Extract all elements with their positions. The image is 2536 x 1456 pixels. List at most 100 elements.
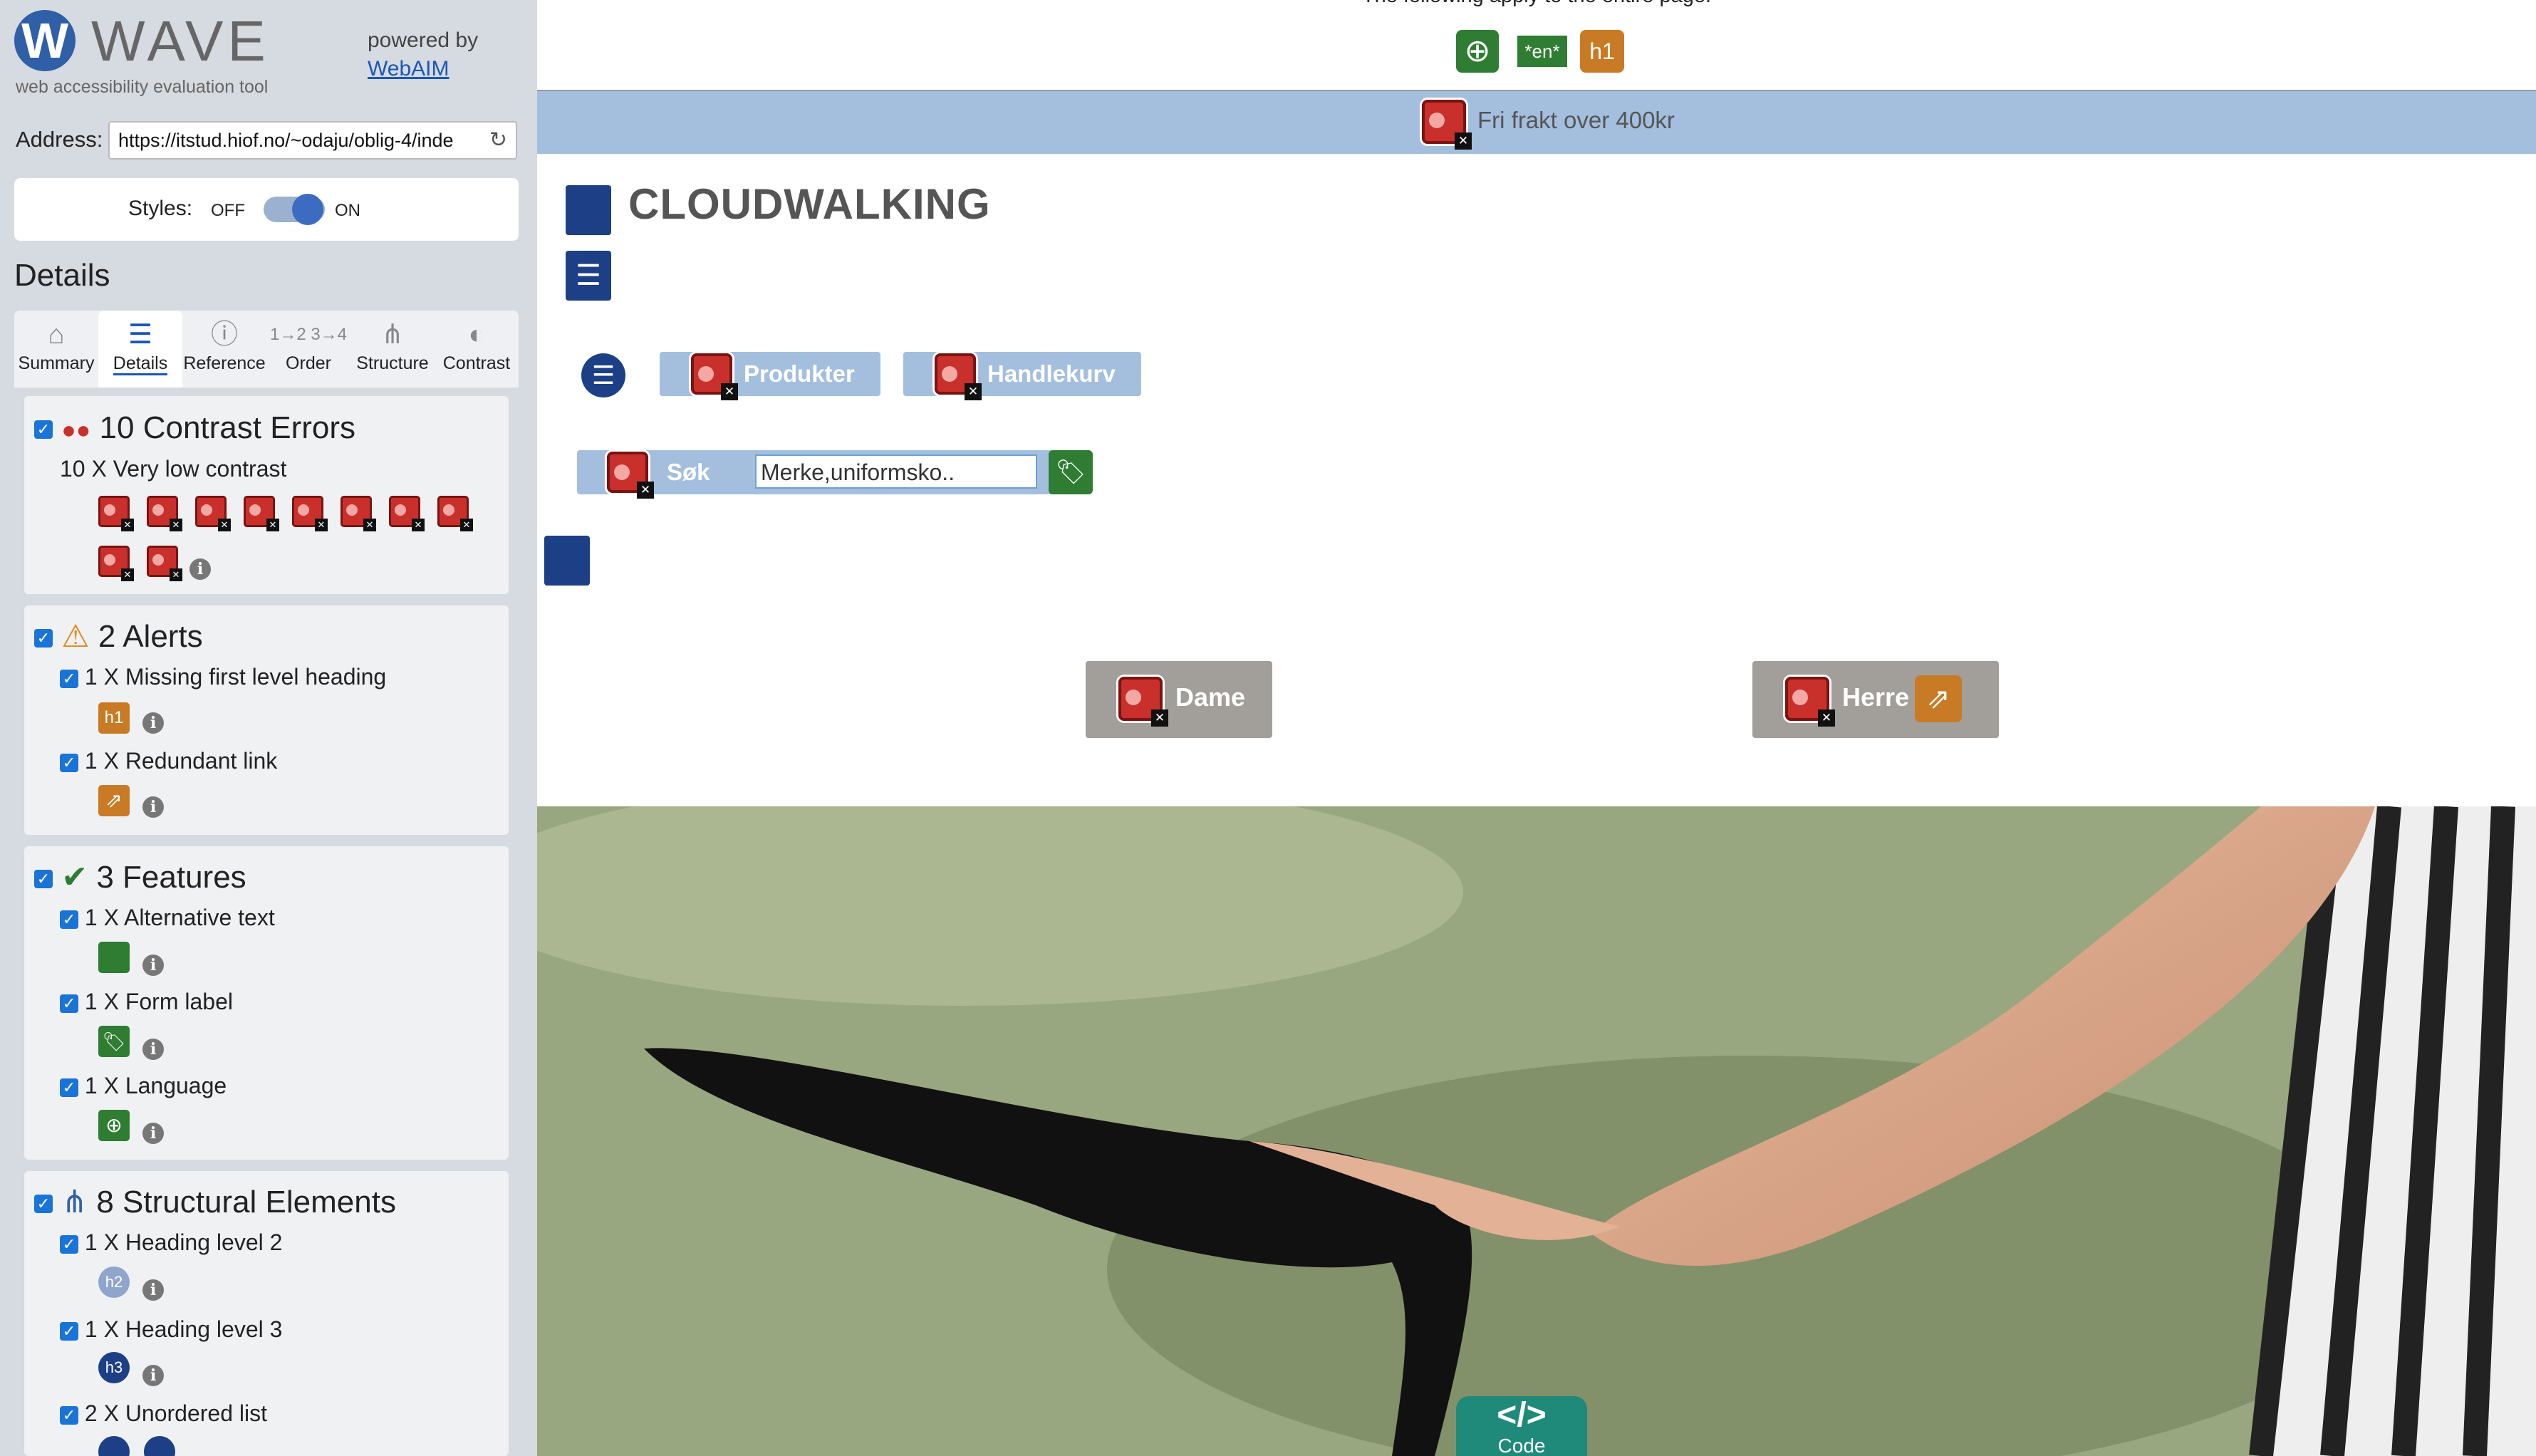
contrast-error-icon[interactable] — [98, 496, 134, 531]
missing-h1-icon[interactable]: h1 — [98, 702, 130, 734]
structure-title: 8 Structural Elements — [96, 1185, 396, 1220]
address-input[interactable]: https://itstud.hiof.no/~odaju/oblig-4/in… — [108, 121, 517, 160]
info-icon[interactable]: i — [142, 1039, 164, 1060]
info-icon[interactable]: i — [189, 558, 211, 580]
navigation-region-icon[interactable]: ☰ — [566, 251, 611, 301]
contrast-error-icon[interactable] — [98, 546, 134, 581]
tab-contrast[interactable]: ◐ Contrast — [435, 311, 519, 388]
structure-item: ✓ 1 X Heading level 3 — [60, 1316, 282, 1343]
styles-off-label: OFF — [211, 201, 245, 220]
info-icon: ⓘ — [210, 320, 238, 350]
structure-item-checkbox[interactable]: ✓ — [60, 1321, 78, 1341]
info-icon[interactable]: i — [142, 1365, 164, 1386]
contrast-error-icon[interactable] — [1118, 677, 1168, 727]
tab-order[interactable]: 1→2 3→4 Order — [266, 311, 350, 388]
alerts-title: 2 Alerts — [98, 619, 203, 654]
contrast-error-icon[interactable] — [1785, 677, 1835, 727]
info-icon[interactable]: i — [142, 955, 164, 976]
errors-checkbox[interactable]: ✓ — [34, 420, 53, 440]
unordered-list-icon[interactable] — [144, 1436, 175, 1456]
features-checkbox[interactable]: ✓ — [34, 870, 53, 889]
tab-structure[interactable]: ⋔ Structure — [350, 311, 435, 388]
contrast-error-icon[interactable] — [437, 496, 473, 531]
structure-checkbox[interactable]: ✓ — [34, 1195, 53, 1214]
missing-h1-badge[interactable]: h1 — [1580, 30, 1624, 73]
webaim-link[interactable]: WebAIM — [368, 57, 449, 81]
nav-produkter[interactable]: Produkter — [660, 352, 880, 400]
search-input[interactable]: Merke,uniformsko.. — [755, 454, 1037, 489]
info-icon[interactable]: i — [142, 712, 164, 734]
reload-icon[interactable]: ↻ — [489, 123, 507, 158]
errors-heading: ✓ ●● 10 Contrast Errors — [34, 410, 355, 446]
nav-handlekurv[interactable]: Handlekurv — [903, 352, 1141, 400]
heading-level-3-icon[interactable]: h3 — [98, 1352, 130, 1383]
contrast-error-icon: ●● — [61, 417, 91, 444]
alert-item-label: 1 X Redundant link — [84, 748, 278, 774]
language-globe-icon[interactable]: ⊕ — [98, 1110, 130, 1141]
alerts-checkbox[interactable]: ✓ — [34, 629, 53, 648]
contrast-error-icon[interactable] — [147, 496, 182, 531]
redundant-link-icon[interactable]: ⇗ — [1915, 675, 1962, 722]
lang-badge[interactable]: *en* — [1517, 36, 1567, 67]
contrast-error-icon[interactable] — [244, 496, 279, 531]
category-herre-button[interactable]: Herre ⇗ — [1752, 661, 1999, 738]
main-region-icon[interactable] — [544, 536, 590, 586]
contrast-error-icon[interactable] — [1422, 100, 1472, 150]
alert-checkbox[interactable]: ✓ — [60, 753, 78, 772]
contrast-error-icon[interactable] — [147, 546, 182, 581]
feature-item: ✓ 1 X Form label — [60, 989, 233, 1015]
features-title: 3 Features — [96, 860, 246, 895]
feature-checkbox[interactable]: ✓ — [60, 1078, 78, 1097]
feature-checkbox[interactable]: ✓ — [60, 910, 78, 929]
search-label: Søk — [667, 459, 710, 485]
site-title: CLOUDWALKING — [628, 180, 991, 228]
features-heading: ✓ ✔ 3 Features — [34, 859, 246, 895]
unordered-list-icon[interactable] — [98, 1436, 130, 1456]
heading-level-2-icon[interactable]: h2 — [98, 1267, 130, 1298]
tab-label: Summary — [18, 353, 95, 373]
contrast-error-icon[interactable] — [389, 496, 425, 531]
tab-details[interactable]: ☰ Details — [98, 311, 182, 388]
wave-logo-text: WAVE — [91, 9, 270, 73]
feature-item-label: 1 X Alternative text — [84, 905, 275, 930]
structure-item-checkbox[interactable]: ✓ — [60, 1405, 78, 1425]
contrast-error-icon[interactable] — [691, 353, 738, 400]
tab-reference[interactable]: ⓘ Reference — [182, 311, 266, 388]
feature-checkbox[interactable]: ✓ — [60, 994, 78, 1013]
info-icon[interactable]: i — [142, 796, 164, 818]
tab-summary[interactable]: ⌂ Summary — [14, 311, 98, 388]
form-label-icon[interactable]: 🏷 — [98, 1026, 130, 1057]
unordered-list-icon[interactable]: ☰ — [581, 353, 625, 397]
nav-label: Handlekurv — [987, 360, 1116, 387]
language-globe-icon[interactable]: ⊕ — [1456, 30, 1499, 73]
structure-item-checkbox[interactable]: ✓ — [60, 1234, 78, 1254]
tab-label: Details — [113, 353, 168, 375]
alert-item-label: 1 X Missing first level heading — [84, 664, 387, 690]
structure-item-label: 1 X Heading level 2 — [84, 1229, 283, 1255]
details-heading: Details — [14, 258, 110, 293]
banner-text: Fri frakt over 400kr — [1477, 107, 1675, 133]
code-toggle-button[interactable]: </> Code — [1456, 1396, 1587, 1456]
contrast-error-icon[interactable] — [607, 452, 654, 499]
form-label-icon[interactable]: 🏷 — [1049, 450, 1093, 494]
redundant-link-icon[interactable]: ⇗ — [98, 785, 130, 816]
info-icon[interactable]: i — [142, 1279, 164, 1301]
contrast-icon: ◐ — [468, 320, 485, 350]
code-label: Code — [1497, 1435, 1546, 1456]
contrast-error-icon[interactable] — [292, 496, 328, 531]
structure-item: ✓ 1 X Heading level 2 — [60, 1229, 282, 1256]
category-dame-button[interactable]: Dame — [1086, 661, 1272, 738]
header-region-icon[interactable] — [566, 185, 611, 235]
contrast-error-icon[interactable] — [195, 496, 231, 531]
alt-text-icon[interactable] — [98, 942, 130, 973]
styles-toggle[interactable] — [264, 194, 325, 225]
contrast-error-icon[interactable] — [935, 353, 982, 400]
powered-by-text: powered by — [368, 28, 479, 52]
structure-panel: ✓ ⋔ 8 Structural Elements ✓ 1 X Heading … — [24, 1171, 509, 1456]
info-icon[interactable]: i — [142, 1123, 164, 1144]
alert-checkbox[interactable]: ✓ — [60, 669, 78, 688]
page-wide-note: The following apply to the entire page: — [537, 0, 2536, 8]
page-preview: The following apply to the entire page: … — [537, 0, 2536, 1456]
contrast-error-icon[interactable] — [341, 496, 376, 531]
free-shipping-banner: Fri frakt over 400kr — [537, 91, 2536, 154]
